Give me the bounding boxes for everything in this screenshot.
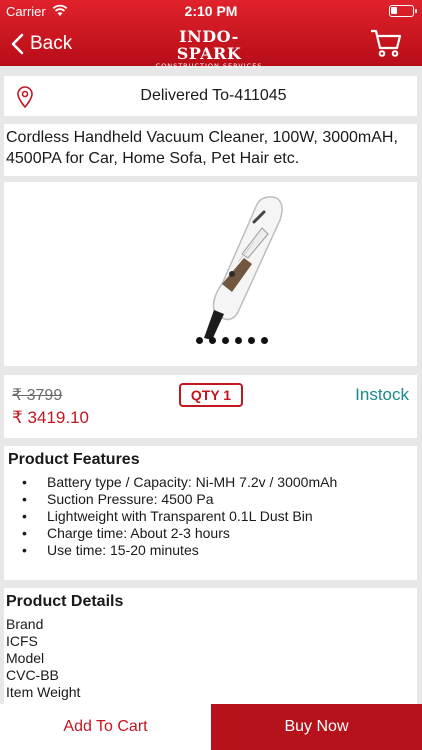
bottom-action-bar: Add To Cart Buy Now	[0, 704, 422, 750]
status-bar: Carrier 2:10 PM	[0, 0, 422, 22]
feature-item: Suction Pressure: 4500 Pa	[22, 491, 413, 508]
logo-sub-text: CONSTRUCTION SERVICES	[155, 62, 263, 70]
detail-row: Brand	[6, 616, 44, 632]
features-heading: Product Features	[8, 451, 140, 468]
battery-icon	[389, 5, 417, 17]
gallery-dot[interactable]	[235, 337, 242, 344]
brand-logo: INDO-SPARK CONSTRUCTION SERVICES	[152, 28, 266, 70]
details-heading: Product Details	[6, 593, 124, 610]
delivery-text: Delivered To-411045	[140, 87, 287, 104]
product-title: Cordless Handheld Vacuum Cleaner, 100W, …	[4, 124, 417, 176]
sale-price: ₹ 3419.10	[12, 408, 89, 427]
back-button[interactable]: Back	[10, 30, 72, 58]
quantity-button[interactable]: QTY 1	[179, 383, 243, 407]
feature-item: Battery type / Capacity: Ni-MH 7.2v / 30…	[22, 474, 413, 491]
product-image	[204, 196, 283, 340]
clock: 2:10 PM	[184, 3, 238, 19]
delivery-location-bar[interactable]: Delivered To-411045	[4, 76, 417, 116]
detail-row: CVC-BB	[6, 667, 59, 683]
add-to-cart-button[interactable]: Add To Cart	[0, 704, 211, 750]
mrp-price: ₹ 3799	[12, 387, 63, 404]
feature-item: Lightweight with Transparent 0.1L Dust B…	[22, 508, 413, 525]
gallery-dot[interactable]	[248, 337, 255, 344]
product-details-section: Product Details Brand ICFS Model CVC-BB …	[4, 588, 417, 704]
logo-main-text: INDO-SPARK	[176, 27, 242, 63]
gallery-dot[interactable]	[196, 337, 203, 344]
gallery-pagination-dots[interactable]	[196, 337, 268, 344]
feature-item: Use time: 15-20 minutes	[22, 542, 413, 559]
gallery-dot[interactable]	[209, 337, 216, 344]
app-header: Carrier 2:10 PM Back INDO-SPARK CONSTRUC…	[0, 0, 422, 70]
product-features-section: Product Features Battery type / Capacity…	[4, 446, 417, 580]
detail-row: ICFS	[6, 633, 38, 649]
features-list: Battery type / Capacity: Ni-MH 7.2v / 30…	[8, 474, 413, 559]
detail-row: Model	[6, 650, 45, 666]
buy-now-button[interactable]: Buy Now	[211, 704, 422, 750]
gallery-dot[interactable]	[261, 337, 268, 344]
stock-status: Instock	[355, 385, 409, 404]
price-section: ₹ 3799 ₹ 3419.10 QTY 1 Instock	[4, 375, 417, 438]
location-pin-icon	[17, 86, 33, 108]
back-chevron-icon	[11, 33, 24, 55]
feature-item: Charge time: About 2-3 hours	[22, 525, 413, 542]
detail-row: Item Weight	[6, 684, 81, 700]
gallery-dot[interactable]	[222, 337, 229, 344]
back-label: Back	[30, 33, 73, 54]
cart-icon[interactable]	[370, 28, 402, 58]
